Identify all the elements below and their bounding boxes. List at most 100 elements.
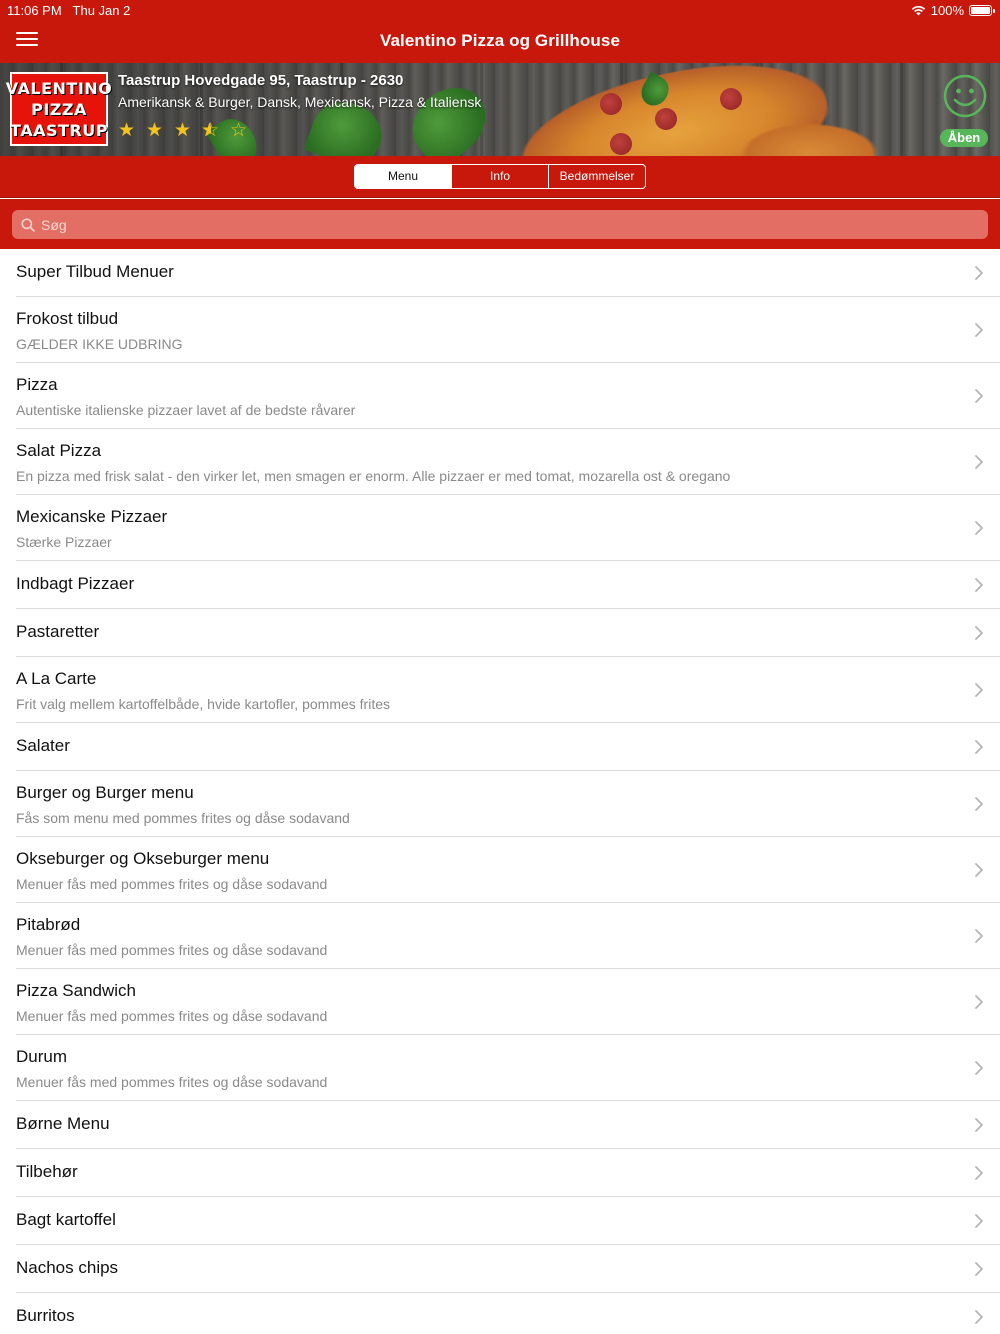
status-time: 11:06 PM Thu Jan 2	[7, 3, 131, 18]
menu-category-row[interactable]: A La Carte Frit valg mellem kartoffelbåde…	[16, 657, 1000, 723]
menu-category-row[interactable]: Okseburger og Okseburger menu Menuer fås …	[16, 837, 1000, 903]
star-full-icon: ★	[173, 120, 192, 141]
menu-category-row[interactable]: Nachos chips	[16, 1245, 1000, 1293]
menu-category-subtitle: Menuer fås med pommes frites og dåse sod…	[16, 876, 328, 892]
chevron-right-icon	[975, 1262, 983, 1276]
segmented-control: Menu Info Bedømmelser	[354, 164, 646, 189]
menu-category-row[interactable]: Salater	[16, 723, 1000, 771]
chevron-right-icon	[975, 863, 983, 877]
menu-category-title: Børne Menu	[16, 1114, 110, 1133]
star-half-icon: ☆ ★	[201, 120, 220, 141]
star-empty-icon: ☆	[229, 120, 248, 141]
menu-category-text: Frokost tilbud GÆLDER IKKE UDBRING	[16, 309, 182, 352]
menu-category-title: Frokost tilbud	[16, 309, 119, 328]
chevron-right-icon	[975, 1166, 983, 1180]
menu-category-row[interactable]: Pitabrød Menuer fås med pommes frites og …	[16, 903, 1000, 969]
chevron-right-icon	[975, 1061, 983, 1075]
chevron-right-icon	[975, 995, 983, 1009]
menu-category-row[interactable]: Super Tilbud Menuer	[16, 249, 1000, 297]
chevron-right-icon	[975, 266, 983, 280]
menu-category-title: Burritos	[16, 1306, 75, 1325]
menu-category-subtitle: Stærke Pizzaer	[16, 534, 112, 550]
menu-category-row[interactable]: Salat Pizza En pizza med frisk salat - de…	[16, 429, 1000, 495]
menu-category-text: Durum Menuer fås med pommes frites og dås…	[16, 1047, 327, 1090]
menu-category-subtitle: Menuer fås med pommes frites og dåse sod…	[16, 1008, 328, 1024]
status-right: 100%	[911, 3, 995, 18]
status-bar: 11:06 PM Thu Jan 2 100%	[0, 0, 1000, 20]
chevron-right-icon	[975, 323, 983, 337]
menu-category-text: Burger og Burger menu Fås som menu med po…	[16, 783, 350, 826]
restaurant-cuisine: Amerikansk & Burger, Dansk, Mexicansk, P…	[118, 94, 482, 110]
restaurant-info: Taastrup Hovedgade 95, Taastrup - 2630 A…	[118, 72, 481, 110]
menu-category-list: Super Tilbud Menuer Frokost tilbud GÆLDER …	[0, 249, 1000, 1334]
search-icon	[21, 217, 35, 232]
tab-bar: Menu Info Bedømmelser	[0, 156, 1000, 198]
open-status: Åben	[940, 74, 990, 147]
menu-category-subtitle: Fås som menu med pommes frites og dåse s…	[16, 810, 350, 826]
search-field[interactable]	[12, 210, 988, 239]
chevron-right-icon	[975, 521, 983, 535]
menu-category-subtitle: Frit valg mellem kartoffelbåde, hvide ka…	[16, 696, 391, 712]
nav-title: Valentino Pizza og Grillhouse	[380, 31, 620, 50]
search-bar	[0, 199, 1000, 249]
menu-category-text: A La Carte Frit valg mellem kartoffelbåde…	[16, 669, 390, 712]
restaurant-logo: VALENTINO PIZZA TAASTRUP	[6, 72, 112, 146]
menu-category-row[interactable]: Indbagt Pizzaer	[16, 561, 1000, 609]
menu-category-subtitle: En pizza med frisk salat - den virker le…	[16, 468, 731, 484]
menu-category-subtitle: Autentiske italienske pizzaer lavet af d…	[16, 402, 356, 418]
menu-category-title: Pizza	[16, 375, 58, 394]
menu-category-subtitle: Menuer fås med pommes frites og dåse sod…	[16, 942, 328, 958]
menu-category-text: Pizza Autentiske italienske pizzaer lavet…	[16, 375, 355, 418]
nav-bar: Valentino Pizza og Grillhouse	[0, 20, 1000, 63]
menu-category-subtitle: Menuer fås med pommes frites og dåse sod…	[16, 1074, 328, 1090]
chevron-right-icon	[975, 455, 983, 469]
chevron-right-icon	[975, 797, 983, 811]
menu-category-title: Durum	[16, 1047, 68, 1066]
battery-percent: 100%	[930, 3, 964, 18]
menu-category-row[interactable]: Pizza Autentiske italienske pizzaer lavet…	[16, 363, 1000, 429]
menu-category-row[interactable]: Durum Menuer fås med pommes frites og dås…	[16, 1035, 1000, 1101]
restaurant-address: Taastrup Hovedgade 95, Taastrup - 2630	[118, 72, 404, 89]
menu-category-text: Pizza Sandwich Menuer fås med pommes frit…	[16, 981, 327, 1024]
menu-category-title: Super Tilbud Menuer	[16, 262, 174, 281]
menu-category-title: Salater	[16, 736, 70, 755]
menu-category-title: Pizza Sandwich	[16, 981, 137, 1000]
menu-category-row[interactable]: Burger og Burger menu Fås som menu med po…	[16, 771, 1000, 837]
tab-info[interactable]: Info	[451, 165, 548, 188]
menu-category-title: Okseburger og Okseburger menu	[16, 849, 270, 868]
tab-reviews[interactable]: Bedømmelser	[548, 165, 645, 188]
star-full-icon: ★	[117, 120, 136, 141]
menu-category-row[interactable]: Bagt kartoffel	[16, 1197, 1000, 1245]
search-input[interactable]	[41, 216, 941, 233]
menu-category-row[interactable]: Burritos	[16, 1293, 1000, 1334]
menu-category-text: Pitabrød Menuer fås med pommes frites og …	[16, 915, 327, 958]
menu-category-text: Salat Pizza En pizza med frisk salat - de…	[16, 441, 730, 484]
menu-category-row[interactable]: Tilbehør	[16, 1149, 1000, 1197]
chevron-right-icon	[975, 626, 983, 640]
menu-category-title: Pastaretter	[16, 622, 100, 641]
menu-category-subtitle: GÆLDER IKKE UDBRING	[16, 336, 183, 352]
menu-category-text: Okseburger og Okseburger menu Menuer fås …	[16, 849, 327, 892]
chevron-right-icon	[975, 740, 983, 754]
menu-category-title: Burger og Burger menu	[16, 783, 194, 802]
menu-category-row[interactable]: Frokost tilbud GÆLDER IKKE UDBRING	[16, 297, 1000, 363]
chevron-right-icon	[975, 683, 983, 697]
battery-icon	[969, 5, 995, 16]
rating-stars: ★ ★ ★ ☆ ★ ☆	[117, 119, 248, 142]
menu-category-row[interactable]: Børne Menu	[16, 1101, 1000, 1149]
menu-category-title: Indbagt Pizzaer	[16, 574, 135, 593]
wifi-icon	[911, 6, 925, 16]
menu-category-row[interactable]: Pastaretter	[16, 609, 1000, 657]
open-badge: Åben	[940, 129, 988, 147]
menu-category-title: Salat Pizza	[16, 441, 102, 460]
chevron-right-icon	[975, 929, 983, 943]
chevron-right-icon	[975, 1310, 983, 1324]
menu-category-row[interactable]: Pizza Sandwich Menuer fås med pommes frit…	[16, 969, 1000, 1035]
menu-category-title: Mexicanske Pizzaer	[16, 507, 168, 526]
menu-category-row[interactable]: Mexicanske Pizzaer Stærke Pizzaer	[16, 495, 1000, 561]
menu-category-text: Mexicanske Pizzaer Stærke Pizzaer	[16, 507, 167, 550]
menu-category-title: Nachos chips	[16, 1258, 119, 1277]
smiley-icon	[943, 74, 987, 118]
menu-category-title: Pitabrød	[16, 915, 81, 934]
tab-menu[interactable]: Menu	[355, 165, 451, 188]
